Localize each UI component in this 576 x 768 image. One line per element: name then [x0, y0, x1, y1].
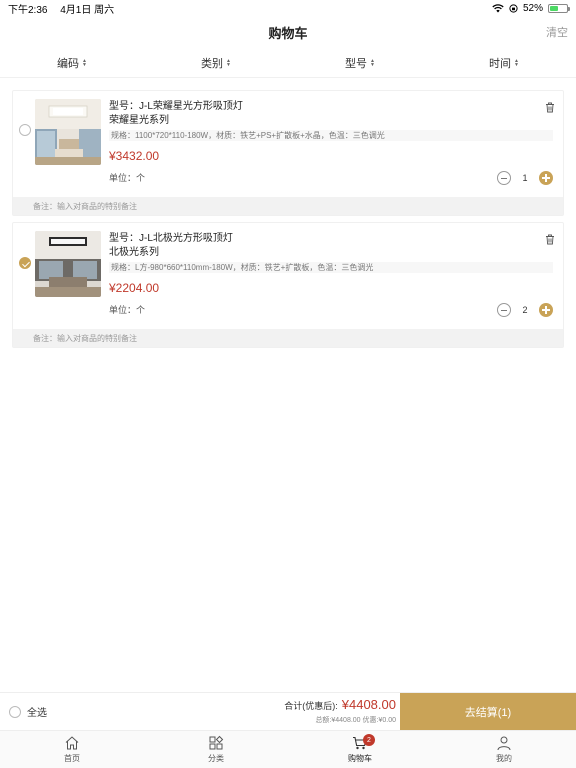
- product-price: ¥3432.00: [109, 149, 160, 163]
- sort-arrows-icon: ▲ ▼: [226, 57, 231, 68]
- cart-item: 型号：J-L北极光方形吸顶灯 北极光系列 规格：L方-980*660*110mm…: [12, 222, 564, 348]
- sort-arrows-icon: ▲ ▼: [370, 57, 375, 68]
- product-series: 北极光系列: [109, 247, 159, 258]
- quantity-stepper: 2: [497, 303, 553, 317]
- total-breakdown: 总额:¥4408.00 优惠:¥0.00: [315, 717, 396, 724]
- cart-item: 型号：J-L荣耀星光方形吸顶灯 荣耀星光系列 规格：1100*720*110-1…: [12, 90, 564, 216]
- minus-icon[interactable]: [497, 303, 511, 317]
- sort-bar: 编码 ▲ ▼ 类别 ▲ ▼ 型号 ▲ ▼ 时间 ▲ ▼: [0, 48, 576, 78]
- category-icon: [209, 735, 224, 750]
- tab-label: 分类: [208, 754, 224, 763]
- quantity-stepper: 1: [497, 171, 553, 185]
- tab-cart[interactable]: 2 购物车: [288, 731, 432, 768]
- status-time: 下午2:36: [8, 4, 48, 16]
- sort-arrows-icon: ▲ ▼: [82, 57, 87, 68]
- tab-profile[interactable]: 我的: [432, 731, 576, 768]
- product-series: 荣耀星光系列: [109, 115, 169, 126]
- order-summary: 合计(优惠后): ¥4408.00 总额:¥4408.00 优惠:¥0.00: [284, 697, 396, 725]
- trash-icon[interactable]: [545, 102, 555, 113]
- battery-percent: 52%: [522, 2, 543, 14]
- product-price: ¥2204.00: [109, 281, 160, 295]
- tab-label: 首页: [64, 754, 80, 763]
- product-model[interactable]: 型号：J-L荣耀星光方形吸顶灯: [109, 100, 555, 114]
- sort-label: 编码: [57, 57, 80, 70]
- tab-home[interactable]: 首页: [0, 731, 144, 768]
- cart-badge: 2: [363, 734, 375, 746]
- orientation-lock-icon: [509, 3, 518, 13]
- wifi-icon: [492, 3, 504, 12]
- sort-arrows-icon: ▲ ▼: [514, 57, 519, 68]
- tab-bar: 首页 分类 2 购物车 我的: [0, 730, 576, 768]
- page-title: 购物车: [268, 25, 308, 41]
- quantity-value: 1: [522, 173, 528, 183]
- product-model[interactable]: 型号：J-L北极光方形吸顶灯: [109, 232, 555, 246]
- sort-by-time[interactable]: 时间 ▲ ▼: [432, 48, 576, 77]
- minus-icon[interactable]: [497, 171, 511, 185]
- total-amount: ¥4408.00: [341, 697, 396, 712]
- tab-label: 购物车: [348, 754, 372, 763]
- product-unit: 单位：个: [109, 173, 146, 183]
- select-all-label: 全选: [27, 708, 47, 719]
- product-spec: 规格：1100*720*110-180W，材质：铁艺+PS+扩散板+水晶，色温：…: [109, 130, 553, 141]
- item-checkbox[interactable]: [19, 257, 31, 269]
- sort-label: 类别: [201, 57, 224, 70]
- plus-icon[interactable]: [539, 171, 553, 185]
- status-bar: 下午2:36 4月1日 周六 52%: [0, 0, 576, 16]
- home-icon: [65, 736, 79, 750]
- checkout-button[interactable]: 去结算(1): [400, 693, 576, 731]
- clear-cart-button[interactable]: 清空: [546, 24, 568, 40]
- item-checkbox[interactable]: [19, 124, 31, 136]
- trash-icon[interactable]: [545, 234, 555, 245]
- checkout-bar: 全选 合计(优惠后): ¥4408.00 总额:¥4408.00 优惠:¥0.00…: [0, 692, 576, 731]
- product-image[interactable]: [35, 99, 101, 165]
- sort-by-code[interactable]: 编码 ▲ ▼: [0, 48, 144, 77]
- quantity-value: 2: [522, 305, 528, 315]
- battery-icon: [548, 3, 570, 13]
- plus-icon[interactable]: [539, 303, 553, 317]
- select-all-toggle[interactable]: 全选: [0, 704, 47, 719]
- profile-icon: [497, 736, 511, 751]
- remark-input[interactable]: 备注：输入对商品的特别备注: [13, 197, 563, 215]
- select-all-checkbox[interactable]: [9, 705, 21, 718]
- sort-label: 型号: [345, 57, 368, 70]
- remark-input[interactable]: 备注：输入对商品的特别备注: [13, 329, 563, 347]
- navigation-bar: 购物车 清空: [0, 16, 576, 48]
- tab-label: 我的: [496, 754, 512, 763]
- sort-by-model[interactable]: 型号 ▲ ▼: [288, 48, 432, 77]
- tab-category[interactable]: 分类: [144, 731, 288, 768]
- product-image[interactable]: [35, 231, 101, 297]
- total-label: 合计(优惠后):: [284, 701, 338, 711]
- product-unit: 单位：个: [109, 305, 146, 315]
- sort-label: 时间: [489, 57, 512, 70]
- status-date: 4月1日 周六: [60, 4, 115, 16]
- product-spec: 规格：L方-980*660*110mm-180W，材质：铁艺+扩散板，色温：三色…: [109, 262, 553, 273]
- sort-by-category[interactable]: 类别 ▲ ▼: [144, 48, 288, 77]
